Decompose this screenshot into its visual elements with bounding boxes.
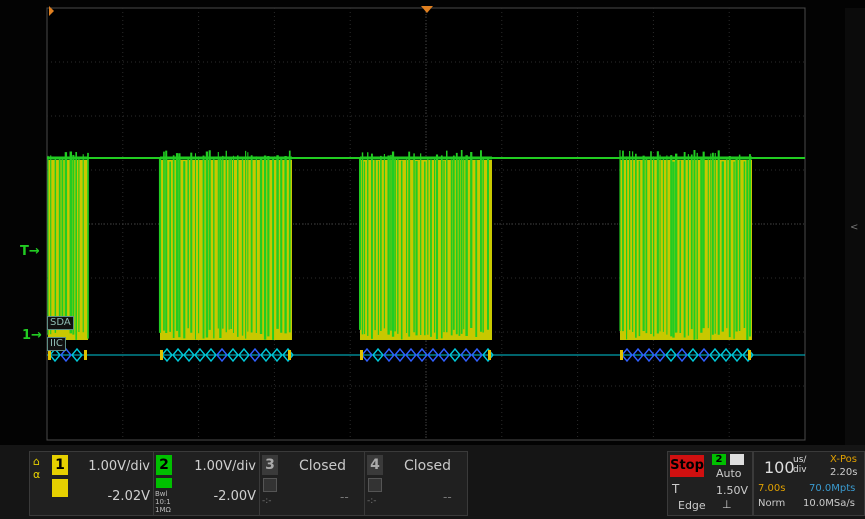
run-stop-button[interactable]: Stop <box>670 455 704 477</box>
expand-arrow-icon[interactable]: < <box>850 222 858 233</box>
ch1-icons: ⌂ α <box>33 455 41 481</box>
ch4-sub: -:- <box>367 496 377 506</box>
trigger-menu-icon <box>730 454 744 465</box>
timebase-unit-bottom: div <box>793 465 807 475</box>
memory-depth: 70.0Mpts <box>809 483 856 494</box>
sda-label: SDA <box>47 316 74 330</box>
trigger-source-badge: 2 <box>712 454 726 465</box>
channel4-panel[interactable]: 4 Closed -:- -- <box>364 451 468 516</box>
trigger-panel[interactable]: Stop 2 Auto T 1.50V Edge ⊥ <box>667 451 753 516</box>
ch1-coupling-icon <box>52 479 68 497</box>
ch3-offset: -- <box>340 490 349 504</box>
ch1-offset: -2.02V <box>107 489 150 504</box>
edge-rising-icon: ⊥ <box>722 498 732 511</box>
iic-label: IIC <box>47 337 66 351</box>
acquisition-mode: Norm <box>758 498 786 509</box>
ch3-sub: -:- <box>262 496 272 506</box>
xpos-value: 2.20s <box>830 467 858 478</box>
ch1-number-badge[interactable]: 1 <box>52 455 68 475</box>
trigger-type: Edge <box>678 499 706 512</box>
ch2-info-impedance: 1MΩ <box>155 506 171 514</box>
xpos-label: X-Pos <box>830 454 857 465</box>
sample-rate: 10.0MSa/s <box>803 498 855 509</box>
channel1-ground-label: 1 <box>22 328 32 343</box>
ch2-scale: 1.00V/div <box>194 459 256 474</box>
trigger-label: T <box>672 482 680 496</box>
ch2-info-bw: Bwl <box>155 490 168 498</box>
ch4-number-badge[interactable]: 4 <box>367 455 383 475</box>
channel2-panel[interactable]: 2 Bwl 10:1 1MΩ 1.00V/div -2.00V <box>153 451 260 516</box>
timebase-scale-value: 100 <box>764 458 795 477</box>
trigger-mode: Auto <box>716 467 742 480</box>
trigger-level-marker[interactable]: T→ <box>20 244 40 259</box>
ch3-status: Closed <box>299 458 347 474</box>
trigger-level: 1.50V <box>716 484 749 497</box>
ch2-info-probe: 10:1 <box>155 498 171 506</box>
channel1-panel[interactable]: ⌂ α 1 1.00V/div -2.02V <box>29 451 154 516</box>
ch2-number-badge[interactable]: 2 <box>156 455 172 475</box>
ch4-status: Closed <box>404 458 452 474</box>
channel3-panel[interactable]: 3 Closed -:- -- <box>259 451 365 516</box>
waveform-display[interactable]: T→ 1→ SDA IIC <box>0 0 865 445</box>
ch4-offset: -- <box>443 490 452 504</box>
ch1-scale: 1.00V/div <box>88 459 150 474</box>
ch3-coupling-icon <box>263 478 277 492</box>
waveform-canvas <box>46 6 806 441</box>
ch2-coupling-icon <box>156 478 172 488</box>
timebase-panel[interactable]: 100 us/ div X-Pos 2.20s 7.00s 70.0Mpts N… <box>753 451 865 516</box>
delay-value: 7.00s <box>758 483 786 494</box>
ch3-number-badge[interactable]: 3 <box>262 455 278 475</box>
trigger-level-label: T <box>20 244 29 259</box>
ch4-coupling-icon <box>368 478 382 492</box>
ch2-offset: -2.00V <box>213 489 256 504</box>
channel1-ground-marker[interactable]: 1→ <box>22 328 42 343</box>
timebase-unit-top: us/ <box>793 455 807 465</box>
